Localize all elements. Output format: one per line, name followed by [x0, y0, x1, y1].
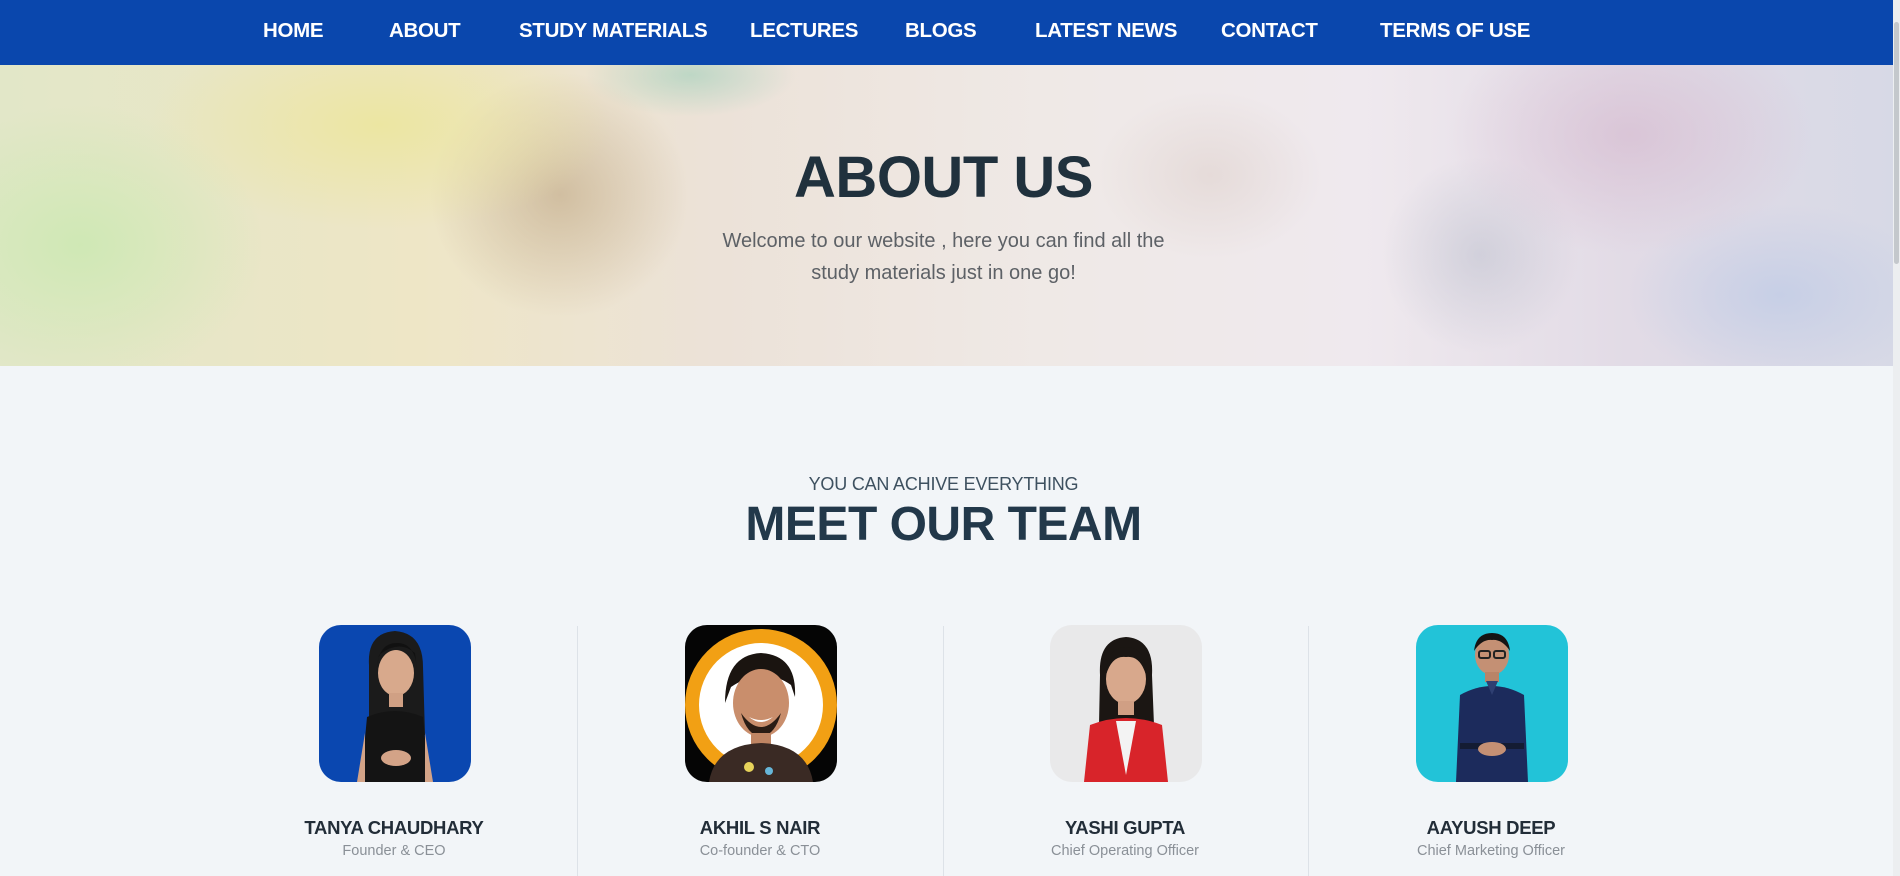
- team-member-name: AAYUSH DEEP: [1426, 817, 1556, 838]
- column-divider: [577, 626, 578, 876]
- column-divider: [943, 626, 944, 876]
- nav-link-contact[interactable]: CONTACT: [1221, 0, 1318, 65]
- scrollbar-thumb[interactable]: [1894, 22, 1899, 264]
- nav-link-blogs[interactable]: BLOGS: [905, 0, 977, 65]
- page-title: ABOUT US: [794, 145, 1093, 210]
- team-member-photo: [319, 625, 471, 782]
- hero-banner: ABOUT US Welcome to our website , here y…: [0, 65, 1893, 366]
- team-kicker: YOU CAN ACHIVE EVERYTHING: [808, 474, 1079, 494]
- team-member-name: YASHI GUPTA: [1064, 817, 1186, 838]
- team-member-role: Chief Operating Officer: [1050, 843, 1200, 859]
- page-scrollbar[interactable]: [1893, 0, 1900, 876]
- team-member-photo: [685, 625, 837, 782]
- team-member-photo: [1416, 625, 1568, 782]
- column-divider: [1308, 626, 1309, 876]
- team-section-title: MEET OUR TEAM: [745, 498, 1142, 551]
- hero-subtitle: Welcome to our website , here you can fi…: [722, 230, 1165, 284]
- team-member-name: TANYA CHAUDHARY: [304, 817, 484, 838]
- nav-link-study-materials[interactable]: STUDY MATERIALS: [519, 0, 708, 65]
- nav-link-home[interactable]: HOME: [263, 0, 324, 65]
- team-member-photo: [1050, 625, 1202, 782]
- nav-link-terms-of-use[interactable]: TERMS OF USE: [1380, 0, 1530, 65]
- team-member-role: Founder & CEO: [342, 843, 446, 859]
- top-navigation-bar: HOME ABOUT STUDY MATERIALS LECTURES BLOG…: [0, 0, 1893, 65]
- team-member-name: AKHIL S NAIR: [699, 817, 821, 838]
- team-member-role: Chief Marketing Officer: [1416, 843, 1565, 859]
- nav-link-latest-news[interactable]: LATEST NEWS: [1035, 0, 1177, 65]
- team-member-role: Co-founder & CTO: [699, 843, 821, 859]
- nav-link-about[interactable]: ABOUT: [389, 0, 461, 65]
- nav-link-lectures[interactable]: LECTURES: [750, 0, 858, 65]
